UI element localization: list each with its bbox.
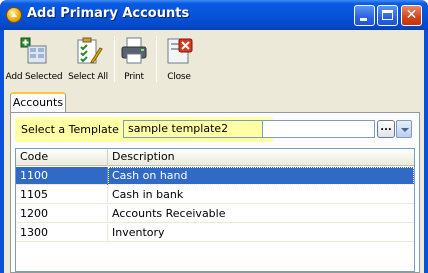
description-cell: Accounts Receivable (112, 207, 226, 220)
close-icon: ✕ (405, 7, 418, 23)
table-row[interactable]: 1100 Cash on hand (16, 167, 414, 185)
template-label: Select a Template (21, 123, 119, 136)
window-title: Add Primary Accounts (27, 6, 190, 21)
description-cell: Inventory (112, 226, 165, 239)
template-row: Select a Template sample template2 ... (15, 117, 415, 142)
code-cell: 1105 (16, 186, 108, 204)
add-selected-button[interactable]: Add Selected (5, 33, 63, 85)
select-all-label: Select All (68, 72, 108, 82)
column-header-code[interactable]: Code (16, 149, 108, 166)
close-label: Close (167, 72, 191, 82)
tab-strip: Accounts (10, 92, 420, 113)
minimize-icon (360, 18, 367, 21)
table-row[interactable]: 1300 Inventory (16, 224, 414, 242)
focus-rectangle (108, 167, 414, 185)
window: Add Primary Accounts ✕ Add Selected Sele… (0, 0, 428, 273)
table-row[interactable]: 1105 Cash in bank (16, 186, 414, 204)
table-header: Code Description (16, 149, 414, 166)
template-input[interactable]: sample template2 (123, 120, 263, 138)
close-button[interactable]: Close (160, 33, 198, 85)
print-button[interactable]: Print (117, 33, 151, 85)
accounts-table[interactable]: Code Description 1100 Cash on hand 1105 … (15, 148, 415, 272)
template-field-extension[interactable] (263, 120, 375, 138)
add-selected-label: Add Selected (5, 72, 63, 82)
maximize-icon (382, 10, 393, 20)
title-bar[interactable]: Add Primary Accounts ✕ (0, 0, 428, 30)
tab-accounts[interactable]: Accounts (10, 92, 66, 113)
window-close-button[interactable]: ✕ (401, 5, 422, 26)
close-icon (167, 38, 193, 64)
toolbar-separator (114, 36, 115, 82)
maximize-button[interactable] (377, 5, 398, 26)
select-all-icon (77, 37, 103, 64)
app-icon[interactable] (6, 7, 22, 23)
toolbar-separator (156, 36, 157, 82)
code-cell: 1300 (16, 224, 108, 242)
table-row[interactable]: 1200 Accounts Receivable (16, 205, 414, 223)
description-cell: Cash in bank (112, 188, 184, 201)
accounts-panel: Select a Template sample template2 ... C… (10, 112, 420, 273)
client-area: Add Selected Select All Print Close Acco… (4, 30, 424, 273)
select-all-button[interactable]: Select All (65, 33, 111, 85)
toolbar: Add Selected Select All Print Close (4, 30, 424, 88)
add-selected-icon (20, 37, 47, 64)
printer-icon (121, 37, 147, 64)
code-cell: 1200 (16, 205, 108, 223)
column-header-description[interactable]: Description (108, 149, 414, 166)
minimize-button[interactable] (354, 5, 375, 26)
template-dropdown-button[interactable] (396, 120, 412, 138)
template-browse-button[interactable]: ... (377, 120, 395, 138)
code-cell: 1100 (16, 167, 108, 185)
print-label: Print (124, 72, 144, 82)
